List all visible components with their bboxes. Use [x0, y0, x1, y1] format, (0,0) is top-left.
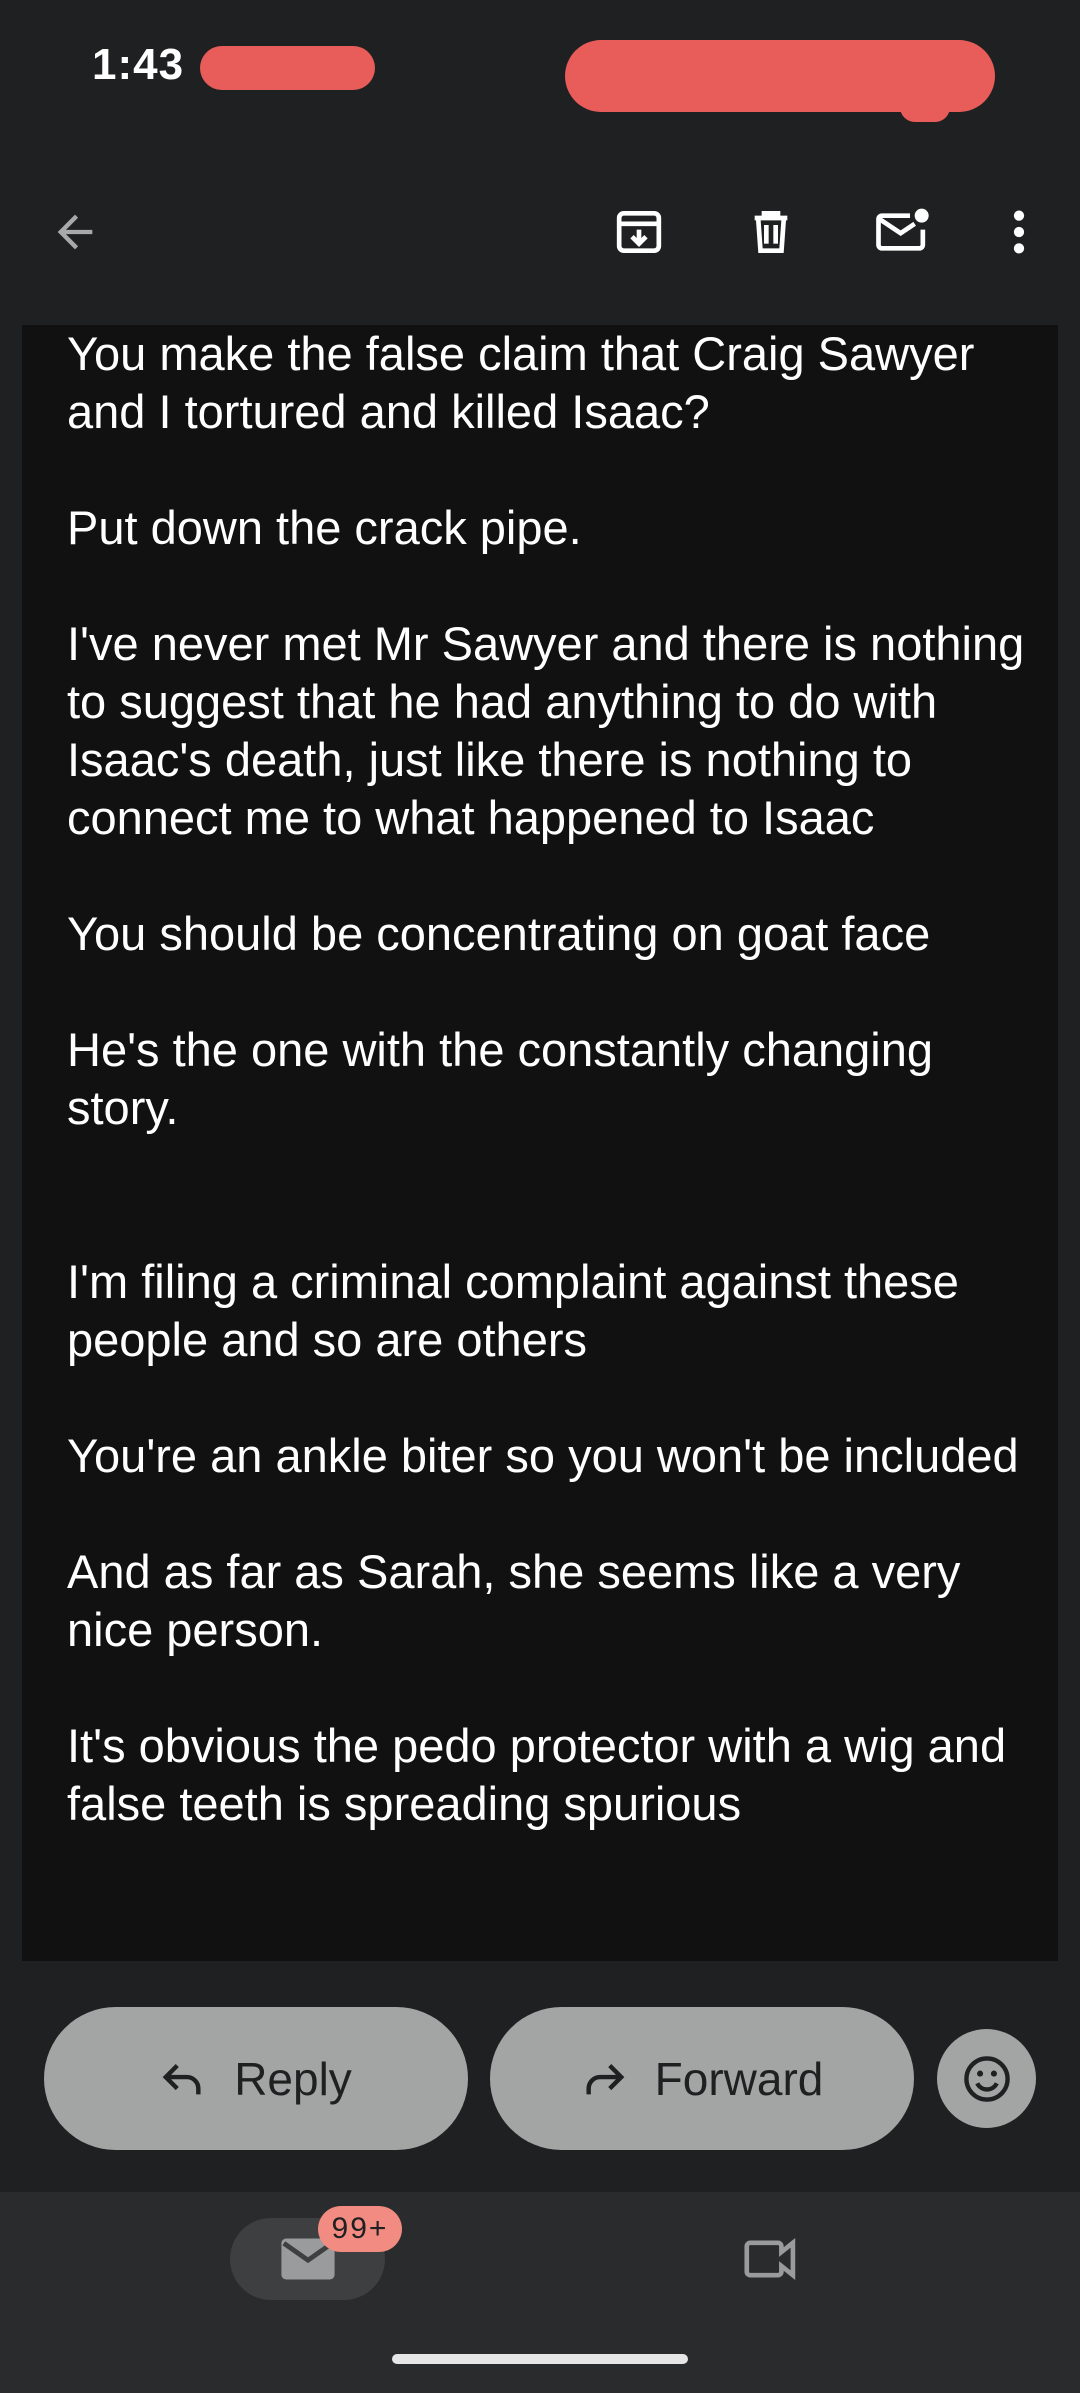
email-body: You make the false claim that Craig Sawy…	[22, 325, 1058, 1961]
archive-icon[interactable]	[597, 190, 681, 274]
forward-icon	[581, 2059, 627, 2099]
action-row: Reply Forward	[0, 1962, 1080, 2192]
redaction-mark	[200, 46, 375, 90]
reply-icon	[160, 2059, 206, 2099]
delete-icon[interactable]	[729, 190, 813, 274]
nav-meet-tab[interactable]	[730, 2218, 812, 2300]
redaction-mark	[900, 92, 950, 122]
mark-unread-icon[interactable]	[861, 190, 945, 274]
video-camera-icon	[744, 2238, 796, 2280]
status-time: 1:43	[92, 40, 185, 89]
emoji-reaction-button[interactable]	[937, 2029, 1036, 2128]
unread-count-badge: 99+	[318, 2206, 402, 2252]
email-body-text: You make the false claim that Craig Sawy…	[67, 327, 1025, 1830]
forward-label: Forward	[654, 2052, 824, 2105]
emoji-icon	[963, 2055, 1010, 2102]
reply-label: Reply	[234, 2052, 352, 2105]
bottom-nav: 99+	[0, 2192, 1080, 2393]
forward-button[interactable]: Forward	[490, 2007, 914, 2150]
more-vert-icon[interactable]	[977, 190, 1061, 274]
email-toolbar	[0, 140, 1080, 325]
home-indicator[interactable]	[392, 2354, 688, 2364]
back-arrow-icon[interactable]	[33, 190, 117, 274]
reply-button[interactable]: Reply	[44, 2007, 468, 2150]
status-bar: 1:43	[0, 0, 1080, 140]
